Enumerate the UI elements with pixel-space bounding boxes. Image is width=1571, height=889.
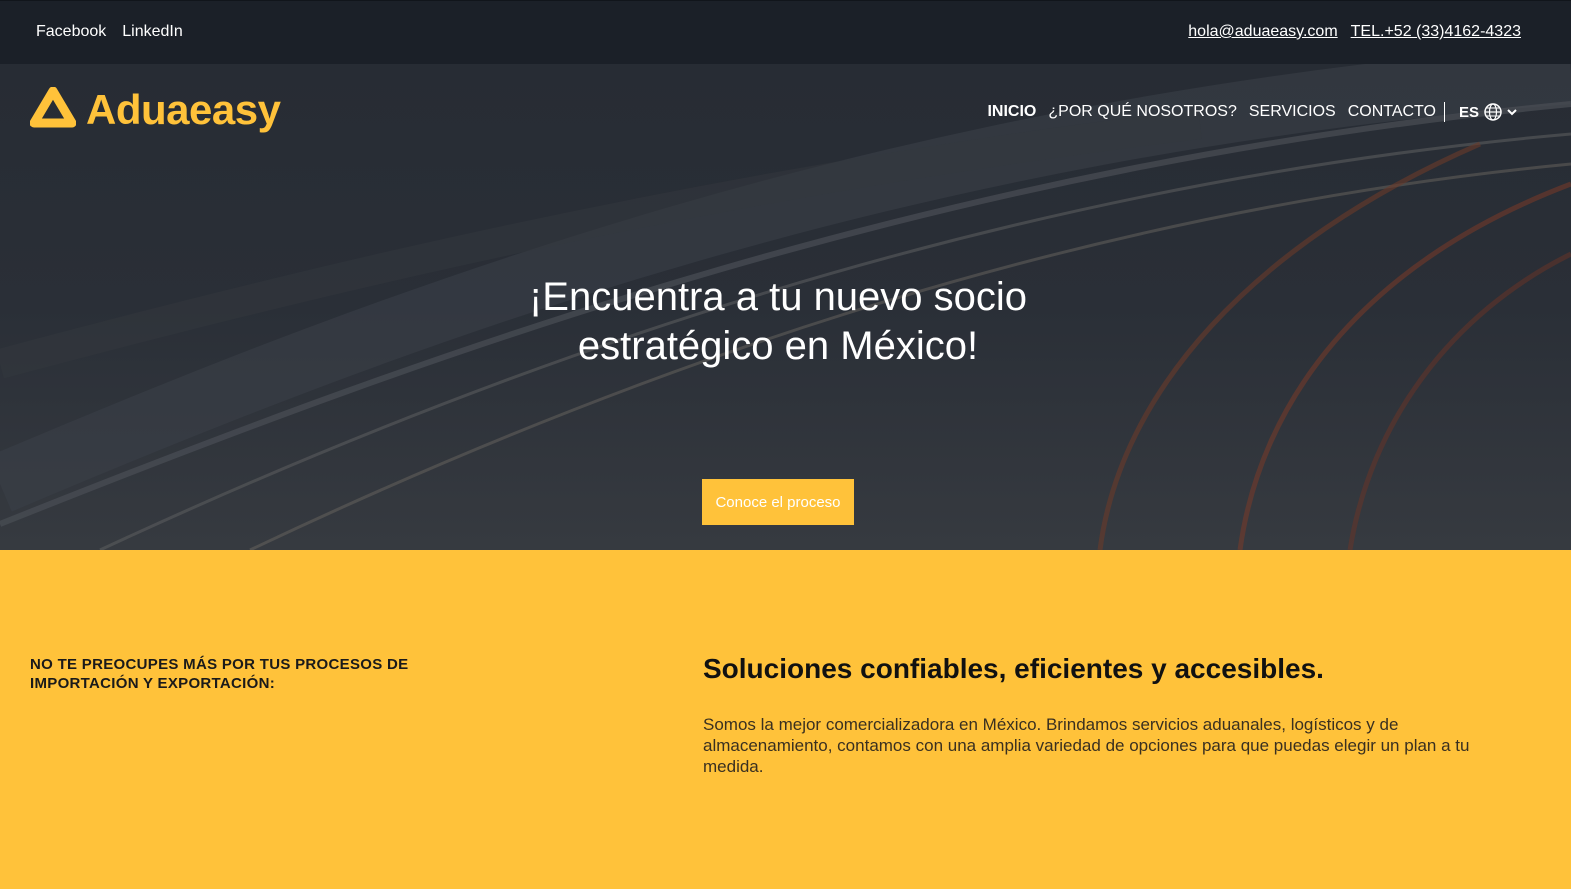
language-selector[interactable]: ES bbox=[1459, 102, 1517, 122]
phone-link[interactable]: TEL.+52 (33)4162-4323 bbox=[1351, 23, 1521, 41]
nav-item-inicio[interactable]: INICIO bbox=[987, 103, 1036, 121]
facebook-link[interactable]: Facebook bbox=[36, 23, 106, 41]
logo-icon bbox=[30, 87, 76, 128]
brand-logo[interactable]: Aduaeasy bbox=[30, 86, 281, 134]
linkedin-link[interactable]: LinkedIn bbox=[122, 23, 183, 41]
top-bar: Facebook LinkedIn hola@aduaeasy.com TEL.… bbox=[0, 0, 1571, 64]
hero-title: ¡Encuentra a tu nuevo socio estratégico … bbox=[0, 273, 1556, 371]
brand-name: Aduaeasy bbox=[86, 86, 281, 133]
section-kicker: NO TE PREOCUPES MÁS POR TUS PROCESOS DE … bbox=[30, 656, 409, 692]
section-description: Somos la mejor comercializadora en Méxic… bbox=[703, 715, 1470, 776]
hero-section: Aduaeasy INICIO ¿POR QUÉ NOSOTROS? SERVI… bbox=[0, 64, 1571, 550]
conoce-el-proceso-button[interactable]: Conoce el proceso bbox=[702, 479, 854, 525]
email-link[interactable]: hola@aduaeasy.com bbox=[1188, 23, 1337, 41]
chevron-down-icon bbox=[1507, 109, 1517, 116]
main-nav: INICIO ¿POR QUÉ NOSOTROS? SERVICIOS CONT… bbox=[975, 102, 1517, 122]
nav-item-por-que-nosotros[interactable]: ¿POR QUÉ NOSOTROS? bbox=[1048, 103, 1236, 121]
social-links: Facebook LinkedIn bbox=[36, 23, 183, 41]
hero-title-line-2: estratégico en México! bbox=[577, 324, 979, 368]
section-title: Soluciones confiables, eficientes y acce… bbox=[703, 653, 1324, 684]
nav-divider bbox=[1443, 102, 1445, 122]
contact-links: hola@aduaeasy.com TEL.+52 (33)4162-4323 bbox=[1188, 23, 1521, 41]
nav-item-servicios[interactable]: SERVICIOS bbox=[1249, 103, 1336, 121]
hero-title-line-1: ¡Encuentra a tu nuevo socio bbox=[528, 275, 1028, 319]
features-section: NO TE PREOCUPES MÁS POR TUS PROCESOS DE … bbox=[0, 550, 1571, 889]
language-code: ES bbox=[1458, 103, 1479, 121]
nav-item-contacto[interactable]: CONTACTO bbox=[1348, 103, 1436, 121]
globe-icon bbox=[1484, 103, 1502, 121]
